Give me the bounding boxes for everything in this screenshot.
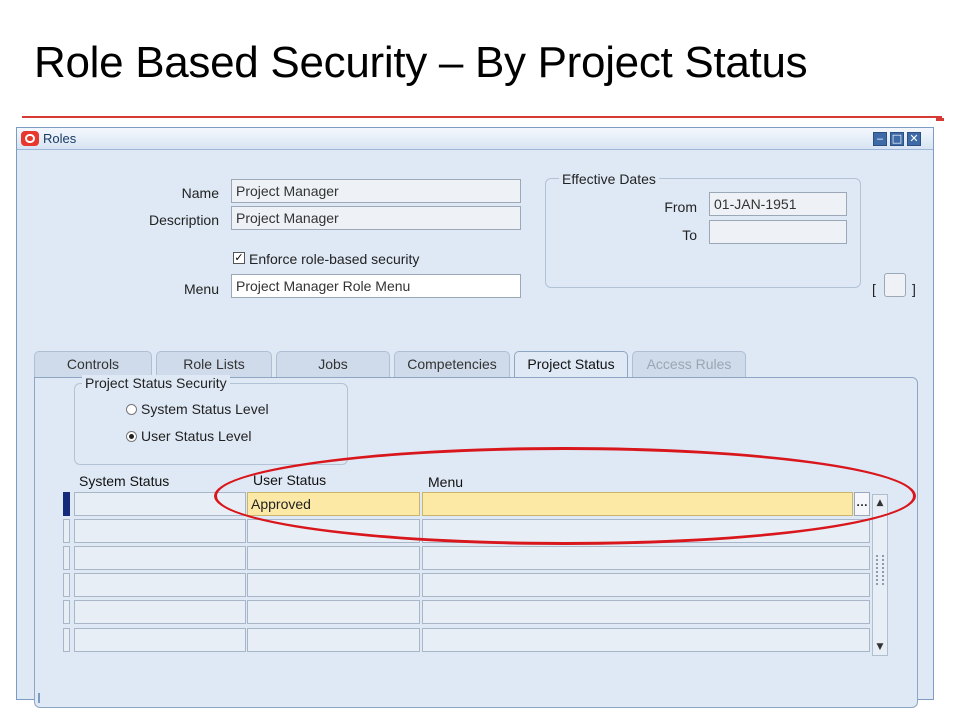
close-button[interactable]: ✕ (907, 132, 921, 146)
row-indicator[interactable] (63, 519, 70, 543)
name-label: Name (181, 185, 219, 201)
project-status-security-title: Project Status Security (82, 375, 230, 391)
tab-competencies[interactable]: Competencies (394, 351, 510, 377)
window-title: Roles (43, 131, 77, 146)
system-status-cell[interactable] (74, 628, 246, 652)
menu-cell[interactable] (422, 546, 870, 570)
system-status-cell[interactable] (74, 546, 246, 570)
column-header-system-status: System Status (79, 473, 170, 489)
tab-controls[interactable]: Controls (34, 351, 152, 377)
system-status-cell[interactable] (74, 573, 246, 597)
tab-role-lists[interactable]: Role Lists (156, 351, 272, 377)
row-indicator[interactable] (63, 546, 70, 570)
system-status-level-label: System Status Level (141, 401, 269, 417)
menu-label: Menu (183, 281, 219, 297)
user-status-cell[interactable] (247, 519, 420, 543)
menu-cell[interactable] (422, 519, 870, 543)
system-status-level-radio[interactable] (126, 404, 137, 415)
menu-field[interactable]: Project Manager Role Menu (231, 274, 521, 298)
user-status-level-radio[interactable] (126, 431, 137, 442)
descriptive-flexfield[interactable] (884, 273, 906, 297)
grid-scrollbar[interactable]: ▲ ▼ (872, 494, 888, 656)
to-label: To (682, 227, 697, 243)
title-divider (22, 116, 942, 118)
enforce-security-label: Enforce role-based security (249, 251, 420, 267)
slide-title: Role Based Security – By Project Status (34, 38, 808, 87)
menu-cell[interactable] (422, 492, 853, 516)
column-header-user-status: User Status (253, 472, 327, 488)
name-field[interactable]: Project Manager (231, 179, 521, 203)
tab-project-status[interactable]: Project Status (514, 351, 628, 378)
menu-lov-button[interactable]: … (854, 492, 870, 516)
row-indicator[interactable] (63, 600, 70, 624)
column-header-menu: Menu (428, 474, 464, 490)
scroll-up-icon[interactable]: ▲ (873, 495, 887, 511)
minimize-button[interactable]: ‒ (873, 132, 887, 146)
flexfield-bracket-close: ] (912, 281, 916, 297)
user-status-cell[interactable] (247, 600, 420, 624)
system-status-cell[interactable] (74, 519, 246, 543)
system-status-cell[interactable] (74, 600, 246, 624)
from-label: From (664, 199, 697, 215)
menu-cell[interactable] (422, 628, 870, 652)
scroll-grip-icon[interactable] (876, 555, 884, 585)
oracle-logo-icon (21, 131, 39, 146)
flexfield-bracket-open: [ (872, 281, 876, 297)
slide-footer-mark (38, 693, 40, 703)
row-indicator[interactable] (63, 628, 70, 652)
description-label: Description (148, 212, 219, 228)
row-indicator-current[interactable] (63, 492, 70, 516)
to-date-field[interactable] (709, 220, 847, 244)
description-field[interactable]: Project Manager (231, 206, 521, 230)
tab-access-rules: Access Rules (632, 351, 746, 377)
project-status-security-group (74, 383, 348, 465)
from-date-field[interactable]: 01-JAN-1951 (709, 192, 847, 216)
tab-jobs[interactable]: Jobs (276, 351, 390, 377)
user-status-level-label: User Status Level (141, 428, 252, 444)
title-divider-accent (936, 118, 944, 121)
menu-cell[interactable] (422, 600, 870, 624)
window-titlebar[interactable]: Roles ‒ □ ✕ (17, 128, 933, 150)
user-status-cell[interactable] (247, 628, 420, 652)
row-indicator[interactable] (63, 573, 70, 597)
user-status-cell[interactable] (247, 573, 420, 597)
user-status-cell[interactable]: Approved (247, 492, 420, 516)
user-status-cell[interactable] (247, 546, 420, 570)
effective-dates-title: Effective Dates (559, 171, 659, 187)
scroll-down-icon[interactable]: ▼ (873, 639, 887, 655)
menu-cell[interactable] (422, 573, 870, 597)
enforce-security-checkbox[interactable]: ✓ (233, 252, 245, 264)
system-status-cell[interactable] (74, 492, 246, 516)
maximize-button[interactable]: □ (890, 132, 904, 146)
